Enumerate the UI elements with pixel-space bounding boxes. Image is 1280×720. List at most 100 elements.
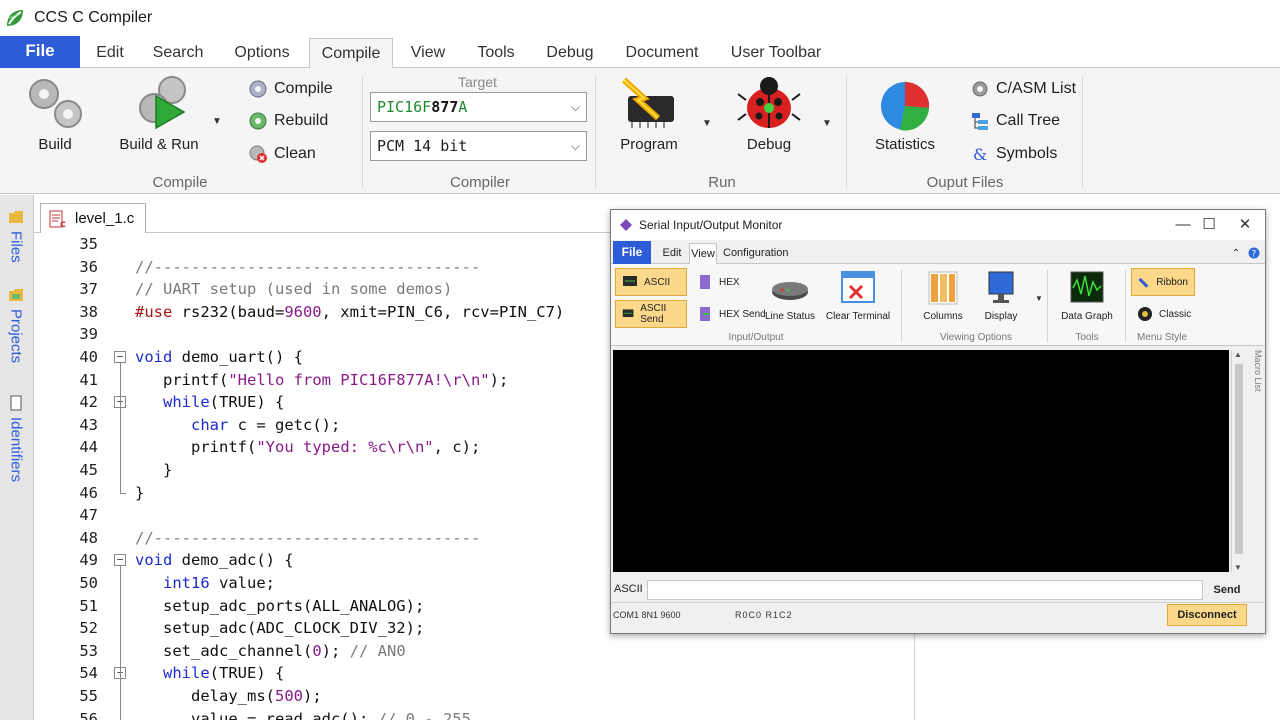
serial-send-input[interactable]	[647, 580, 1203, 600]
close-icon[interactable]: ✕	[1230, 214, 1260, 236]
build-run-button[interactable]: Build & Run	[112, 72, 206, 153]
terminal-scrollbar[interactable]: ▲ ▼	[1231, 350, 1245, 572]
classic-style-button[interactable]: Classic	[1131, 300, 1197, 328]
code-token: , c);	[433, 438, 481, 457]
compile-button[interactable]: Compile	[248, 76, 333, 102]
serial-title-bar: Serial Input/Output Monitor — ☐ ✕	[611, 210, 1265, 240]
scroll-up-icon[interactable]: ▲	[1234, 350, 1242, 359]
ladybug-icon	[737, 77, 801, 128]
disconnect-button[interactable]: Disconnect	[1167, 604, 1247, 626]
help-icon[interactable]: ?	[1247, 243, 1261, 264]
fold-guide-end	[120, 492, 126, 494]
app-title: CCS C Compiler	[34, 9, 153, 26]
code-token: while	[163, 393, 210, 412]
ascii-send-button[interactable]: ASCII Send	[615, 300, 687, 328]
display-button[interactable]: Display	[979, 268, 1023, 322]
data-graph-button[interactable]: Data Graph	[1059, 268, 1115, 322]
tab-tools[interactable]: Tools	[468, 38, 524, 68]
compiler-select[interactable]: PCM 14 bit ⌵	[370, 131, 587, 161]
compile-label: Compile	[274, 80, 333, 97]
debug-button[interactable]: Debug	[734, 72, 804, 153]
clean-button[interactable]: Clean	[248, 141, 316, 167]
macro-list-tab[interactable]: Macro List	[1249, 350, 1263, 410]
code-token: c = getc();	[228, 415, 341, 434]
rebuild-button[interactable]: Rebuild	[248, 108, 328, 134]
code-line[interactable]: 53 set_adc_channel(0); // AN0	[34, 640, 914, 663]
columns-button[interactable]: Columns	[921, 268, 965, 322]
code-text: void demo_adc() {	[135, 549, 294, 572]
collapse-ribbon-icon[interactable]: ⌃	[1229, 243, 1243, 264]
symbols-button[interactable]: & Symbols	[970, 141, 1057, 167]
send-button[interactable]: Send	[1209, 581, 1245, 599]
hex-send-label: HEX Send	[719, 308, 766, 320]
code-token: void	[135, 551, 173, 570]
line-status-button[interactable]: Line Status	[763, 268, 817, 322]
file-tab-level-1[interactable]: c level_1.c	[40, 203, 146, 233]
serial-tab-view[interactable]: View	[689, 243, 717, 264]
tab-options[interactable]: Options	[222, 38, 302, 68]
terminal-output[interactable]	[613, 350, 1229, 572]
program-button[interactable]: Program	[612, 72, 686, 153]
build-run-dropdown-icon[interactable]: ▼	[212, 116, 222, 127]
side-tab-identifiers[interactable]: Identifiers	[4, 395, 28, 495]
monitor-send-icon	[622, 309, 634, 318]
tab-compile[interactable]: Compile	[309, 38, 393, 69]
code-line[interactable]: 55 delay_ms(500);	[34, 685, 914, 708]
side-dock: Files Projects Identifiers	[0, 195, 34, 720]
tab-edit[interactable]: Edit	[86, 38, 134, 68]
hex-mode-button[interactable]: HEX	[691, 268, 746, 296]
ascii-label: ASCII	[644, 276, 671, 288]
code-text: //-----------------------------------	[135, 256, 480, 279]
tab-document[interactable]: Document	[616, 38, 708, 68]
program-dropdown-icon[interactable]: ▼	[702, 118, 712, 129]
debug-dropdown-icon[interactable]: ▼	[822, 118, 832, 129]
line-number: 54	[79, 664, 98, 683]
hex-send-button[interactable]: HEX Send	[691, 300, 772, 328]
display-dropdown-icon[interactable]: ▼	[1035, 294, 1043, 303]
statistics-button[interactable]: Statistics	[868, 72, 942, 153]
serial-tab-configuration[interactable]: Configuration	[723, 243, 788, 264]
clear-terminal-button[interactable]: Clear Terminal	[825, 268, 891, 322]
tab-debug[interactable]: Debug	[538, 38, 602, 68]
input-output-group-label: Input/Output	[728, 332, 784, 343]
build-button[interactable]: Build	[18, 72, 92, 153]
code-token: );	[302, 687, 322, 705]
fold-toggle-icon[interactable]: −	[114, 351, 126, 363]
target-header: Target	[458, 74, 497, 90]
ascii-mode-button[interactable]: ASCII	[615, 268, 687, 296]
tab-file[interactable]: File	[0, 36, 80, 68]
code-token: );	[321, 641, 350, 660]
programmer-chip-icon	[621, 77, 674, 128]
serial-tab-edit[interactable]: Edit	[657, 243, 687, 264]
side-tab-files[interactable]: Files	[4, 209, 28, 269]
side-tab-projects[interactable]: Projects	[4, 287, 28, 377]
clear-terminal-label: Clear Terminal	[825, 311, 891, 322]
tab-search[interactable]: Search	[146, 38, 210, 68]
serial-ribbon-separator	[901, 270, 902, 342]
fold-toggle-icon[interactable]: −	[114, 554, 126, 567]
tab-view[interactable]: View	[402, 38, 454, 68]
casm-list-button[interactable]: C/ASM List	[970, 76, 1076, 102]
line-number: 47	[79, 506, 98, 525]
side-tab-files-label: Files	[7, 231, 25, 263]
code-line[interactable]: 54− while(TRUE) {	[34, 662, 914, 685]
compiler-group-label: Compiler	[449, 174, 510, 191]
ribbon-style-button[interactable]: Ribbon	[1131, 268, 1195, 296]
ribbon-style-label: Ribbon	[1156, 276, 1188, 288]
scrollbar-thumb[interactable]	[1235, 364, 1243, 554]
cursor-position-status: R0C0 R1C2	[735, 610, 793, 620]
code-token: }	[135, 483, 145, 502]
serial-app-icon	[620, 219, 632, 231]
code-line[interactable]: 56 value = read_adc(); // 0 - 255	[34, 708, 914, 720]
call-tree-button[interactable]: Call Tree	[970, 108, 1060, 134]
tab-user-toolbar[interactable]: User Toolbar	[722, 38, 830, 68]
code-text: // UART setup (used in some demos)	[135, 278, 452, 301]
target-select[interactable]: PIC16F877A ⌵	[370, 92, 587, 122]
ribbon-panel: Build Build & Run ▼ Compile Rebuild Clea…	[0, 68, 1280, 194]
output-files-group-label: Ouput Files	[926, 174, 1004, 191]
scroll-down-icon[interactable]: ▼	[1234, 563, 1242, 572]
serial-tab-file[interactable]: File	[613, 241, 651, 264]
target-value-suffix: A	[458, 98, 468, 116]
code-token: 9600	[284, 302, 322, 321]
maximize-icon[interactable]: ☐	[1194, 214, 1224, 236]
